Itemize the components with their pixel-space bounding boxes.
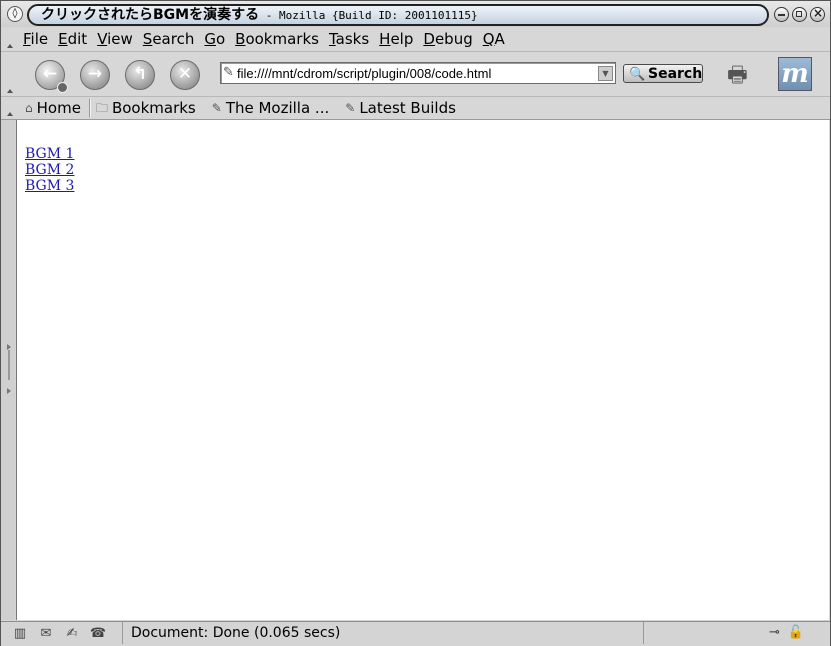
forward-arrow-icon: → (87, 64, 103, 84)
bookmark-latest-builds-label: Latest Builds (359, 99, 456, 117)
bookmarks-label: Bookmarks (111, 99, 196, 117)
menu-item[interactable]: QA (483, 30, 510, 48)
bookmarks-button[interactable]: 🗀 Bookmarks (96, 99, 196, 117)
url-input[interactable] (237, 63, 593, 83)
page-proxy-icon[interactable]: ✎ (223, 65, 234, 80)
url-bar[interactable]: ✎ ▼ (220, 62, 616, 84)
stop-icon: ✕ (177, 64, 193, 84)
menubar-grip[interactable] (1, 27, 17, 51)
bookmark-icon: ✎ (345, 101, 356, 115)
maximize-button[interactable] (792, 7, 807, 22)
sidebar-handle[interactable] (8, 350, 10, 380)
bgm-link[interactable]: BGM 2 (25, 162, 74, 178)
mozilla-throbber-icon[interactable]: m (778, 57, 812, 91)
forward-button[interactable]: → (80, 60, 110, 90)
navbar-grip[interactable] (1, 52, 17, 96)
navigator-icon[interactable]: ▥ (11, 626, 29, 642)
menu-item[interactable]: File (23, 30, 53, 48)
search-button[interactable]: 🔍 Search (623, 64, 703, 83)
back-arrow-icon: ← (42, 64, 58, 84)
personal-toolbar-grip[interactable] (1, 97, 17, 119)
online-status-icon[interactable]: ⊸ (769, 625, 780, 640)
home-icon: ⌂ (25, 101, 33, 115)
navigation-toolbar: ← → ↰ ✕ ✎ ▼ 🔍 Search 🖶 m (1, 52, 830, 97)
window-menu-icon[interactable]: ◊ (7, 6, 23, 22)
back-button[interactable]: ← (35, 60, 68, 93)
menu-item[interactable]: Edit (58, 30, 92, 48)
bookmark-latest-builds[interactable]: ✎ Latest Builds (345, 99, 456, 117)
menu-item[interactable]: View (97, 30, 138, 48)
window-title[interactable]: クリックされたらBGMを演奏する - Mozilla {Build ID: 20… (27, 4, 769, 26)
menu-item[interactable]: Go (204, 30, 230, 48)
folder-icon: 🗀 (95, 101, 108, 115)
composer-icon[interactable]: ✍ (63, 626, 81, 642)
reload-icon: ↰ (132, 64, 148, 84)
menubar: File Edit View Search Go Bookmarks Tasks Help De… (1, 27, 830, 52)
bookmark-icon: ✎ (211, 101, 222, 115)
stop-button[interactable]: ✕ (170, 60, 200, 90)
menu-item[interactable]: Tasks (329, 30, 374, 48)
print-icon[interactable]: 🖶 (727, 58, 767, 88)
close-button[interactable] (810, 7, 825, 22)
bookmark-the-mozilla-label: The Mozilla ... (225, 99, 330, 117)
menu-item[interactable]: Bookmarks (235, 30, 324, 48)
bgm-link-list: BGM 1 BGM 2 BGM 3 (25, 146, 74, 194)
status-text: Document: Done (0.065 secs) (122, 622, 642, 644)
personal-toolbar: ⌂ Home 🗀 Bookmarks ✎ The Mozilla ... ✎ L… (1, 97, 830, 120)
title-bar: ◊ クリックされたらBGMを演奏する - Mozilla {Build ID: … (1, 1, 830, 28)
url-dropdown-icon[interactable]: ▼ (598, 66, 613, 81)
back-dropdown-icon[interactable] (57, 82, 68, 93)
minimize-button[interactable] (774, 7, 789, 22)
bookmark-the-mozilla[interactable]: ✎ The Mozilla ... (212, 99, 330, 117)
menu-item[interactable]: Search (143, 30, 200, 48)
bgm-link[interactable]: BGM 1 (25, 146, 74, 162)
bgm-link[interactable]: BGM 3 (25, 178, 74, 194)
sidebar-grip[interactable] (1, 120, 15, 620)
mail-icon[interactable]: ✉ (37, 626, 55, 642)
magnifier-icon: 🔍 (629, 67, 646, 82)
reload-button[interactable]: ↰ (125, 60, 155, 90)
menu-items: File Edit View Search Go Bookmarks Tasks Help De… (23, 30, 515, 48)
sidebar-arrow-icon (7, 388, 11, 394)
menu-item[interactable]: Debug (423, 30, 477, 48)
status-bar: ▥ ✉ ✍ ☎ Document: Done (0.065 secs) ⊸ 🔓 (1, 621, 830, 646)
address-book-icon[interactable]: ☎ (89, 626, 107, 642)
window-title-text: クリックされたらBGMを演奏する - Mozilla {Build ID: 20… (41, 7, 478, 23)
search-button-label: Search (648, 66, 703, 82)
browser-window: ◊ クリックされたらBGMを演奏する - Mozilla {Build ID: … (0, 0, 831, 646)
home-label: Home (36, 99, 81, 117)
home-button[interactable]: ⌂ Home (25, 99, 81, 117)
toolbar-separator (88, 99, 90, 117)
security-lock-icon[interactable]: 🔓 (788, 625, 804, 640)
page-content: BGM 1 BGM 2 BGM 3 (16, 120, 829, 620)
progress-meter (643, 622, 768, 644)
menu-item[interactable]: Help (379, 30, 418, 48)
